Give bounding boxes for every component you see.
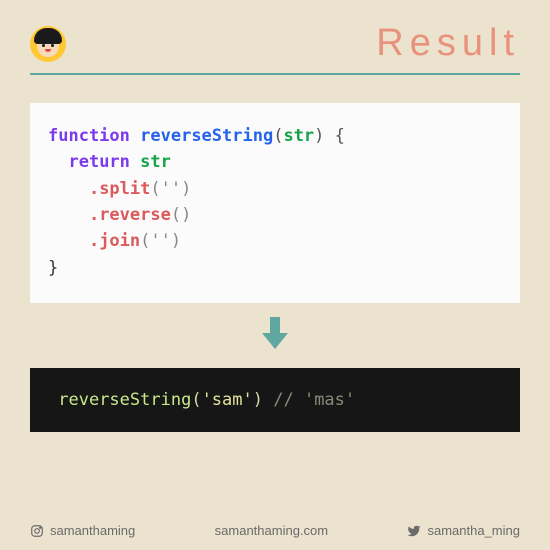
split-args: ('') bbox=[150, 179, 191, 199]
twitter-icon bbox=[407, 524, 421, 538]
call-paren-close: ) bbox=[253, 390, 263, 410]
instagram-icon bbox=[30, 524, 44, 538]
website-link[interactable]: samanthaming.com bbox=[215, 523, 328, 538]
footer: samanthaming samanthaming.com samantha_m… bbox=[30, 523, 520, 538]
website-label: samanthaming.com bbox=[215, 523, 328, 538]
page-title: Result bbox=[376, 22, 520, 65]
keyword-function: function bbox=[48, 126, 130, 146]
call-arg: 'sam' bbox=[202, 390, 253, 410]
twitter-label: samantha_ming bbox=[427, 523, 520, 538]
return-var: str bbox=[140, 152, 171, 172]
reverse-args: () bbox=[171, 205, 191, 225]
twitter-handle[interactable]: samantha_ming bbox=[407, 523, 520, 538]
instagram-handle[interactable]: samanthaming bbox=[30, 523, 135, 538]
method-join: .join bbox=[89, 231, 140, 251]
call-fn-name: reverseString bbox=[58, 390, 191, 410]
paren-close-brace: ) { bbox=[314, 126, 345, 146]
code-block-result: reverseString('sam') // 'mas' bbox=[30, 368, 520, 432]
arrow-down-icon bbox=[0, 315, 550, 358]
method-reverse: .reverse bbox=[89, 205, 171, 225]
method-split: .split bbox=[89, 179, 150, 199]
join-args: ('') bbox=[140, 231, 181, 251]
call-paren-open: ( bbox=[191, 390, 201, 410]
param-str: str bbox=[283, 126, 314, 146]
close-brace: } bbox=[48, 258, 58, 278]
paren-open: ( bbox=[273, 126, 283, 146]
keyword-return: return bbox=[68, 152, 129, 172]
header: Result bbox=[0, 0, 550, 73]
instagram-label: samanthaming bbox=[50, 523, 135, 538]
header-divider bbox=[30, 73, 520, 75]
code-block-definition: function reverseString(str) { return str… bbox=[30, 103, 520, 303]
function-name: reverseString bbox=[140, 126, 273, 146]
result-comment: // 'mas' bbox=[273, 390, 355, 410]
avatar bbox=[30, 26, 66, 62]
